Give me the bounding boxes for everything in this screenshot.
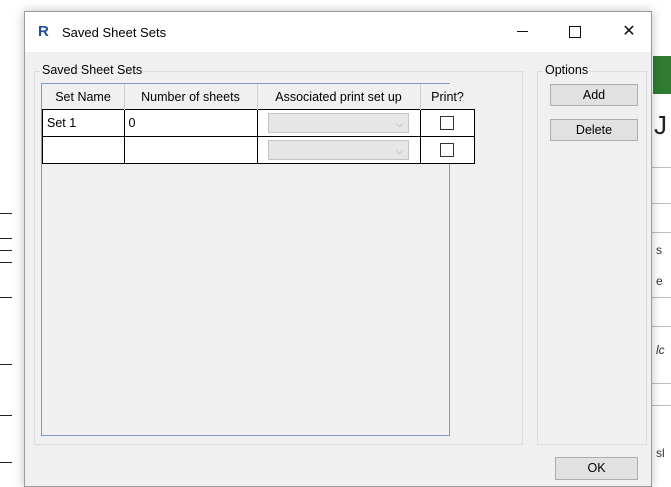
- close-button[interactable]: ✕: [606, 12, 652, 52]
- print-setup-dropdown[interactable]: ⌵: [268, 140, 409, 160]
- print-setup-cell: ⌵: [256, 136, 421, 164]
- revit-app-icon: R: [38, 23, 49, 40]
- window-title: Saved Sheet Sets: [62, 25, 167, 40]
- table-row: ⌵: [42, 136, 475, 164]
- column-header-associated-print-set-up[interactable]: Associated print set up: [257, 84, 421, 110]
- background-tick: [0, 462, 12, 463]
- print-setup-dropdown[interactable]: ⌵: [268, 113, 409, 133]
- add-button[interactable]: Add: [550, 84, 638, 106]
- background-line: [652, 326, 671, 327]
- print-cell: [419, 109, 475, 137]
- background-letter: sl: [656, 446, 665, 460]
- background-letter: J: [654, 110, 667, 140]
- background-tick: [0, 213, 12, 214]
- background-line: [652, 297, 671, 298]
- set-name-cell[interactable]: [42, 136, 125, 164]
- delete-button[interactable]: Delete: [550, 119, 638, 141]
- background-line: [652, 232, 671, 233]
- maximize-button[interactable]: [552, 12, 598, 52]
- sheet-sets-table: Set Name Number of sheets Associated pri…: [42, 84, 475, 164]
- column-header-print[interactable]: Print?: [420, 84, 475, 110]
- background-line: [652, 167, 671, 168]
- background-tick: [0, 238, 12, 239]
- saved-sheet-sets-group-label: Saved Sheet Sets: [40, 63, 145, 77]
- background-tick: [0, 297, 12, 298]
- background-tick: [0, 250, 12, 251]
- title-bar[interactable]: R Saved Sheet Sets ✕: [25, 12, 651, 52]
- chevron-down-icon: ⌵: [396, 119, 403, 129]
- chevron-down-icon: ⌵: [396, 146, 403, 156]
- print-cell: [419, 136, 475, 164]
- background-tick: [0, 262, 12, 263]
- options-group-label: Options: [543, 63, 591, 77]
- table-header-row: Set Name Number of sheets Associated pri…: [42, 84, 475, 110]
- background-green-tab: [653, 56, 671, 94]
- background-line: [652, 405, 671, 406]
- background-line: [652, 203, 671, 204]
- set-name-cell[interactable]: Set 1: [42, 109, 125, 137]
- print-setup-cell: ⌵: [256, 109, 421, 137]
- print-checkbox[interactable]: [440, 116, 455, 130]
- maximize-icon: [569, 25, 581, 38]
- number-of-sheets-cell[interactable]: 0: [123, 109, 258, 137]
- minimize-button[interactable]: [499, 12, 545, 52]
- background-line: [652, 383, 671, 384]
- background-letter: s: [656, 243, 662, 257]
- minimize-icon: [516, 31, 528, 33]
- column-header-set-name[interactable]: Set Name: [42, 84, 125, 110]
- background-tick: [0, 364, 12, 365]
- background-letter: e: [656, 274, 663, 288]
- table-row: Set 1 0 ⌵: [42, 109, 475, 137]
- print-checkbox[interactable]: [440, 143, 455, 157]
- close-icon: ✕: [622, 23, 636, 40]
- background-letter: lc: [656, 343, 665, 357]
- ok-button[interactable]: OK: [555, 457, 638, 480]
- column-header-number-of-sheets[interactable]: Number of sheets: [124, 84, 258, 110]
- number-of-sheets-cell[interactable]: [123, 136, 258, 164]
- background-tick: [0, 415, 12, 416]
- saved-sheet-sets-dialog: R Saved Sheet Sets ✕ Saved Sheet Sets Se…: [24, 11, 652, 487]
